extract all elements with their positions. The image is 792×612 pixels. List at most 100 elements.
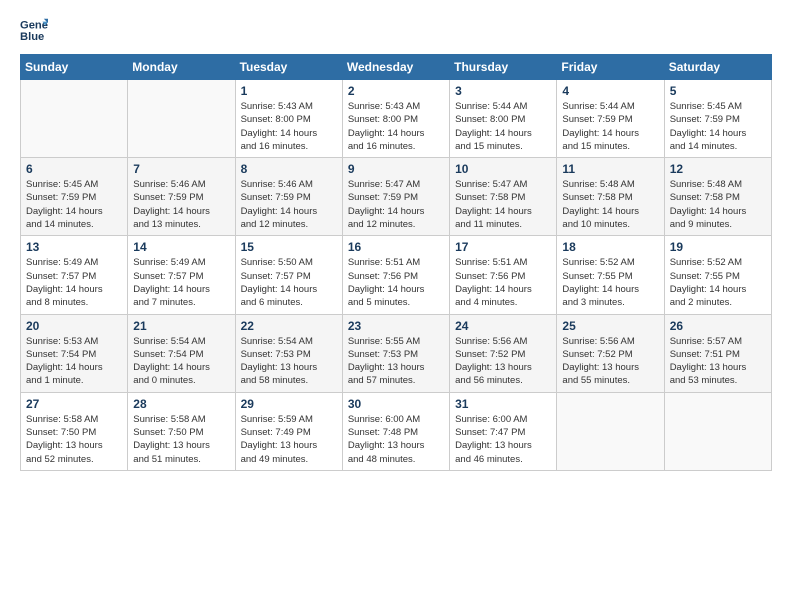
day-number: 6 bbox=[26, 162, 122, 176]
calendar-table: SundayMondayTuesdayWednesdayThursdayFrid… bbox=[20, 54, 772, 471]
day-number: 17 bbox=[455, 240, 551, 254]
day-info: Sunrise: 5:52 AMSunset: 7:55 PMDaylight:… bbox=[562, 256, 658, 309]
calendar-cell: 31 Sunrise: 6:00 AMSunset: 7:47 PMDayligh… bbox=[450, 392, 557, 470]
weekday-header-monday: Monday bbox=[128, 55, 235, 80]
calendar-cell: 12 Sunrise: 5:48 AMSunset: 7:58 PMDayligh… bbox=[664, 158, 771, 236]
day-info: Sunrise: 5:56 AMSunset: 7:52 PMDaylight:… bbox=[562, 335, 658, 388]
day-info: Sunrise: 5:59 AMSunset: 7:49 PMDaylight:… bbox=[241, 413, 337, 466]
calendar-cell: 13Sunrise: 5:49 AMSunset: 7:57 PMDayligh… bbox=[21, 236, 128, 314]
day-number: 12 bbox=[670, 162, 766, 176]
day-number: 26 bbox=[670, 319, 766, 333]
day-info: Sunrise: 5:46 AMSunset: 7:59 PMDaylight:… bbox=[241, 178, 337, 231]
day-number: 25 bbox=[562, 319, 658, 333]
calendar-cell: 14 Sunrise: 5:49 AMSunset: 7:57 PMDayligh… bbox=[128, 236, 235, 314]
calendar-cell: 26 Sunrise: 5:57 AMSunset: 7:51 PMDayligh… bbox=[664, 314, 771, 392]
day-info: Sunrise: 5:48 AMSunset: 7:58 PMDaylight:… bbox=[670, 178, 766, 231]
calendar-cell: 18 Sunrise: 5:52 AMSunset: 7:55 PMDayligh… bbox=[557, 236, 664, 314]
day-number: 2 bbox=[348, 84, 444, 98]
calendar-week-5: 27Sunrise: 5:58 AMSunset: 7:50 PMDayligh… bbox=[21, 392, 772, 470]
day-number: 22 bbox=[241, 319, 337, 333]
day-info: Sunrise: 5:53 AMSunset: 7:54 PMDaylight:… bbox=[26, 335, 122, 388]
calendar-cell bbox=[21, 80, 128, 158]
day-number: 4 bbox=[562, 84, 658, 98]
day-info: Sunrise: 5:49 AMSunset: 7:57 PMDaylight:… bbox=[133, 256, 229, 309]
calendar-cell: 11Sunrise: 5:48 AMSunset: 7:58 PMDayligh… bbox=[557, 158, 664, 236]
calendar-cell: 15 Sunrise: 5:50 AMSunset: 7:57 PMDayligh… bbox=[235, 236, 342, 314]
day-number: 18 bbox=[562, 240, 658, 254]
day-number: 29 bbox=[241, 397, 337, 411]
calendar-cell: 3 Sunrise: 5:44 AMSunset: 8:00 PMDaylight… bbox=[450, 80, 557, 158]
calendar-cell: 4 Sunrise: 5:44 AMSunset: 7:59 PMDaylight… bbox=[557, 80, 664, 158]
day-info: Sunrise: 5:55 AMSunset: 7:53 PMDaylight:… bbox=[348, 335, 444, 388]
weekday-header-row: SundayMondayTuesdayWednesdayThursdayFrid… bbox=[21, 55, 772, 80]
day-info: Sunrise: 5:47 AMSunset: 7:58 PMDaylight:… bbox=[455, 178, 551, 231]
logo: General Blue bbox=[20, 16, 56, 44]
day-info: Sunrise: 5:46 AMSunset: 7:59 PMDaylight:… bbox=[133, 178, 229, 231]
day-info: Sunrise: 5:45 AMSunset: 7:59 PMDaylight:… bbox=[26, 178, 122, 231]
day-info: Sunrise: 5:43 AMSunset: 8:00 PMDaylight:… bbox=[241, 100, 337, 153]
day-number: 9 bbox=[348, 162, 444, 176]
day-number: 15 bbox=[241, 240, 337, 254]
day-number: 16 bbox=[348, 240, 444, 254]
calendar-cell: 1 Sunrise: 5:43 AMSunset: 8:00 PMDaylight… bbox=[235, 80, 342, 158]
calendar-cell: 17 Sunrise: 5:51 AMSunset: 7:56 PMDayligh… bbox=[450, 236, 557, 314]
day-number: 21 bbox=[133, 319, 229, 333]
calendar-cell: 9 Sunrise: 5:47 AMSunset: 7:59 PMDaylight… bbox=[342, 158, 449, 236]
day-info: Sunrise: 5:47 AMSunset: 7:59 PMDaylight:… bbox=[348, 178, 444, 231]
day-number: 24 bbox=[455, 319, 551, 333]
day-number: 20 bbox=[26, 319, 122, 333]
calendar-cell bbox=[128, 80, 235, 158]
day-info: Sunrise: 5:57 AMSunset: 7:51 PMDaylight:… bbox=[670, 335, 766, 388]
calendar-cell: 21 Sunrise: 5:54 AMSunset: 7:54 PMDayligh… bbox=[128, 314, 235, 392]
calendar-cell bbox=[664, 392, 771, 470]
day-number: 10 bbox=[455, 162, 551, 176]
calendar-cell: 24Sunrise: 5:56 AMSunset: 7:52 PMDayligh… bbox=[450, 314, 557, 392]
day-info: Sunrise: 6:00 AMSunset: 7:47 PMDaylight:… bbox=[455, 413, 551, 466]
calendar-cell: 2 Sunrise: 5:43 AMSunset: 8:00 PMDaylight… bbox=[342, 80, 449, 158]
day-number: 31 bbox=[455, 397, 551, 411]
calendar-cell bbox=[557, 392, 664, 470]
day-number: 30 bbox=[348, 397, 444, 411]
day-number: 8 bbox=[241, 162, 337, 176]
day-number: 19 bbox=[670, 240, 766, 254]
weekday-header-wednesday: Wednesday bbox=[342, 55, 449, 80]
day-number: 14 bbox=[133, 240, 229, 254]
calendar-cell: 16 Sunrise: 5:51 AMSunset: 7:56 PMDayligh… bbox=[342, 236, 449, 314]
page: General Blue SundayMondayTuesdayWednesda… bbox=[0, 0, 792, 491]
weekday-header-tuesday: Tuesday bbox=[235, 55, 342, 80]
day-number: 5 bbox=[670, 84, 766, 98]
calendar-cell: 25 Sunrise: 5:56 AMSunset: 7:52 PMDayligh… bbox=[557, 314, 664, 392]
day-info: Sunrise: 6:00 AMSunset: 7:48 PMDaylight:… bbox=[348, 413, 444, 466]
day-info: Sunrise: 5:43 AMSunset: 8:00 PMDaylight:… bbox=[348, 100, 444, 153]
day-info: Sunrise: 5:44 AMSunset: 7:59 PMDaylight:… bbox=[562, 100, 658, 153]
logo-icon: General Blue bbox=[20, 16, 48, 44]
day-info: Sunrise: 5:48 AMSunset: 7:58 PMDaylight:… bbox=[562, 178, 658, 231]
calendar-cell: 30 Sunrise: 6:00 AMSunset: 7:48 PMDayligh… bbox=[342, 392, 449, 470]
calendar-week-4: 20 Sunrise: 5:53 AMSunset: 7:54 PMDayligh… bbox=[21, 314, 772, 392]
calendar-cell: 20 Sunrise: 5:53 AMSunset: 7:54 PMDayligh… bbox=[21, 314, 128, 392]
day-info: Sunrise: 5:45 AMSunset: 7:59 PMDaylight:… bbox=[670, 100, 766, 153]
day-info: Sunrise: 5:44 AMSunset: 8:00 PMDaylight:… bbox=[455, 100, 551, 153]
calendar-cell: 5 Sunrise: 5:45 AMSunset: 7:59 PMDaylight… bbox=[664, 80, 771, 158]
day-info: Sunrise: 5:52 AMSunset: 7:55 PMDaylight:… bbox=[670, 256, 766, 309]
svg-text:General: General bbox=[20, 20, 48, 32]
weekday-header-saturday: Saturday bbox=[664, 55, 771, 80]
header: General Blue bbox=[20, 16, 772, 44]
calendar-cell: 6 Sunrise: 5:45 AMSunset: 7:59 PMDaylight… bbox=[21, 158, 128, 236]
day-info: Sunrise: 5:50 AMSunset: 7:57 PMDaylight:… bbox=[241, 256, 337, 309]
calendar-week-2: 6 Sunrise: 5:45 AMSunset: 7:59 PMDaylight… bbox=[21, 158, 772, 236]
calendar-week-1: 1 Sunrise: 5:43 AMSunset: 8:00 PMDaylight… bbox=[21, 80, 772, 158]
day-info: Sunrise: 5:51 AMSunset: 7:56 PMDaylight:… bbox=[455, 256, 551, 309]
weekday-header-sunday: Sunday bbox=[21, 55, 128, 80]
day-number: 28 bbox=[133, 397, 229, 411]
day-info: Sunrise: 5:54 AMSunset: 7:54 PMDaylight:… bbox=[133, 335, 229, 388]
day-number: 27 bbox=[26, 397, 122, 411]
day-info: Sunrise: 5:51 AMSunset: 7:56 PMDaylight:… bbox=[348, 256, 444, 309]
svg-text:Blue: Blue bbox=[20, 31, 44, 43]
day-number: 1 bbox=[241, 84, 337, 98]
calendar-cell: 10 Sunrise: 5:47 AMSunset: 7:58 PMDayligh… bbox=[450, 158, 557, 236]
calendar-cell: 19 Sunrise: 5:52 AMSunset: 7:55 PMDayligh… bbox=[664, 236, 771, 314]
calendar-week-3: 13Sunrise: 5:49 AMSunset: 7:57 PMDayligh… bbox=[21, 236, 772, 314]
day-number: 3 bbox=[455, 84, 551, 98]
calendar-cell: 27Sunrise: 5:58 AMSunset: 7:50 PMDayligh… bbox=[21, 392, 128, 470]
